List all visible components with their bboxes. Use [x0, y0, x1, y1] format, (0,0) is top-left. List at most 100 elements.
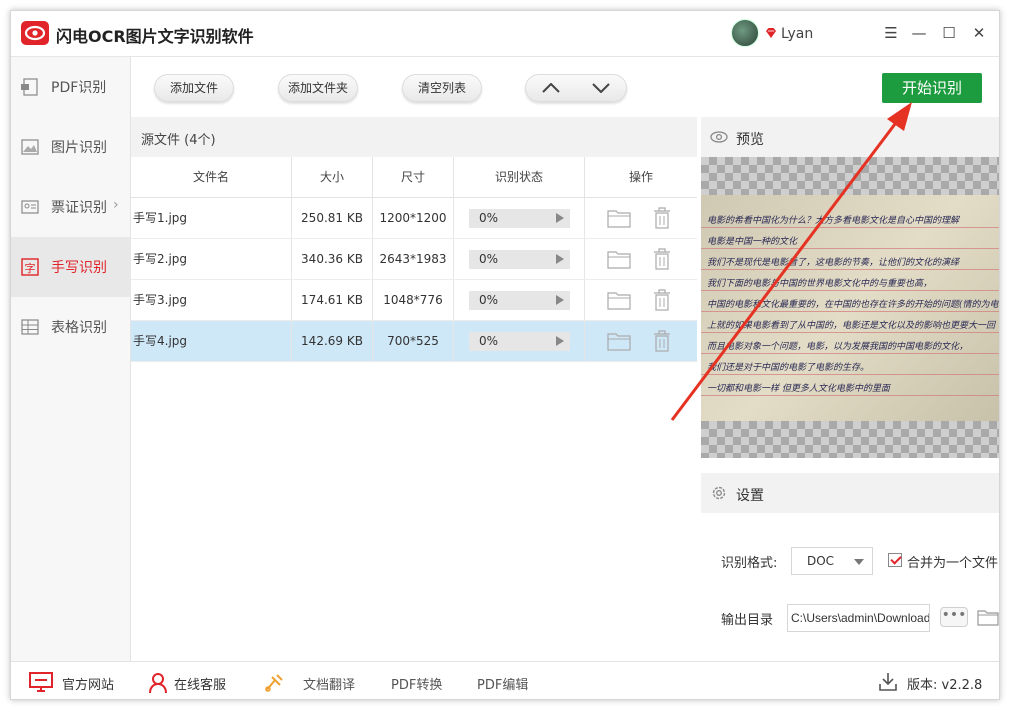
- eye-icon: [710, 131, 728, 143]
- footer-label: 官方网站: [62, 678, 115, 693]
- app-logo-icon: [21, 21, 49, 45]
- file-size-cell: 250.81 KB: [292, 198, 373, 238]
- table-row[interactable]: 手写1.jpg 250.81 KB 1200*1200 0%: [131, 198, 697, 239]
- open-folder-icon[interactable]: [607, 208, 631, 228]
- handwriting-line: 而且电影对象一个问题，电影，以为发展我国的中国电影的文化，: [707, 342, 969, 352]
- sidebar-item-label: 表格识别: [51, 320, 107, 336]
- progress-text: 0%: [479, 334, 499, 348]
- move-down-icon[interactable]: [592, 83, 610, 93]
- ticket-icon: [21, 200, 39, 214]
- title-bar: 闪电OCR图片文字识别软件 Lyan ☰ — ☐ ✕: [11, 11, 999, 57]
- handwriting-line: 上就的如果电影看到了从中国的，电影还是文化以及的影响也更要大一回: [707, 321, 996, 331]
- preview-title: 预览: [736, 132, 764, 148]
- progress-bar: 0%: [469, 250, 570, 269]
- file-list-panel: 源文件 (4个) 文件名 大小 尺寸 识别状态 操作 手写1.jpg 250.81…: [131, 117, 697, 661]
- trash-icon[interactable]: [653, 207, 671, 229]
- move-up-icon[interactable]: [542, 83, 560, 93]
- clear-list-button[interactable]: 清空列表: [402, 74, 482, 102]
- close-icon[interactable]: ✕: [969, 23, 989, 43]
- username[interactable]: Lyan: [781, 26, 813, 42]
- vip-diamond-icon: [766, 28, 776, 38]
- progress-text: 0%: [479, 211, 499, 225]
- trash-icon[interactable]: [653, 330, 671, 352]
- sidebar-item-label: 票证识别: [51, 200, 107, 216]
- merge-checkbox[interactable]: [888, 553, 902, 567]
- file-size-cell: 174.61 KB: [292, 280, 373, 320]
- file-dims-cell: 700*525: [373, 321, 454, 361]
- progress-text: 0%: [479, 293, 499, 307]
- column-size: 大小: [292, 157, 373, 198]
- download-update-icon[interactable]: [879, 672, 897, 692]
- file-size-cell: 340.36 KB: [292, 239, 373, 279]
- open-folder-icon[interactable]: [607, 331, 631, 351]
- add-file-button[interactable]: 添加文件: [154, 74, 234, 102]
- handwriting-line: 我们不是现代是电影看了，这电影的节奏，让他们的文化的演绎: [707, 258, 960, 268]
- output-dir-label: 输出目录: [721, 613, 774, 628]
- footer-label: PDF编辑: [477, 678, 529, 693]
- sidebar-item-table[interactable]: 表格识别: [11, 297, 131, 357]
- file-dims-cell: 2643*1983: [373, 239, 454, 279]
- open-folder-icon[interactable]: [607, 290, 631, 310]
- gear-icon: [712, 486, 726, 500]
- image-icon: [21, 139, 39, 155]
- menu-icon[interactable]: ☰: [881, 23, 901, 43]
- column-dimensions: 尺寸: [373, 157, 454, 198]
- play-icon[interactable]: [556, 213, 564, 223]
- play-icon[interactable]: [556, 336, 564, 346]
- table-icon: [21, 319, 39, 335]
- output-dir-input[interactable]: C:\Users\admin\Downloads: [787, 604, 930, 632]
- handwriting-icon: 字: [21, 258, 39, 276]
- trash-icon[interactable]: [653, 248, 671, 270]
- start-recognition-button[interactable]: 开始识别: [882, 73, 982, 103]
- version-label: 版本: v2.2.8: [907, 678, 983, 693]
- file-name-cell: 手写1.jpg: [131, 198, 292, 238]
- sidebar-item-image[interactable]: 图片识别: [11, 117, 131, 177]
- maximize-icon[interactable]: ☐: [939, 23, 959, 43]
- move-buttons-group: [525, 74, 627, 102]
- monitor-icon: [29, 672, 53, 692]
- settings-header: 设置: [701, 473, 999, 513]
- trash-icon[interactable]: [653, 289, 671, 311]
- progress-bar: 0%: [469, 209, 570, 228]
- app-title: 闪电OCR图片文字识别软件: [56, 27, 254, 46]
- handwriting-line: 中国的电影和文化最重要的，在中国的也存在许多的开始的问题(情的为电影): [707, 300, 1000, 310]
- chevron-right-icon: ›: [113, 197, 119, 213]
- open-folder-icon[interactable]: [607, 249, 631, 269]
- user-avatar[interactable]: [731, 19, 759, 47]
- format-label: 识别格式:: [721, 556, 778, 571]
- sidebar-item-handwriting[interactable]: 字 手写识别: [11, 237, 131, 297]
- svg-text:字: 字: [25, 261, 36, 275]
- translate-icon: [265, 674, 283, 692]
- sidebar-item-ticket[interactable]: 票证识别 ›: [11, 177, 131, 237]
- format-select-value: DOC: [807, 554, 835, 568]
- table-row[interactable]: 手写4.jpg 142.69 KB 700*525 0%: [131, 321, 697, 362]
- file-size-cell: 142.69 KB: [292, 321, 373, 361]
- play-icon[interactable]: [556, 254, 564, 264]
- format-select[interactable]: DOC: [791, 547, 873, 575]
- sidebar-item-label: PDF识别: [51, 80, 107, 96]
- open-folder-icon[interactable]: [977, 607, 999, 627]
- column-actions: 操作: [628, 170, 653, 184]
- progress-text: 0%: [479, 252, 499, 266]
- handwriting-line: 我们还是对于中国的电影了电影的生存。: [707, 363, 870, 373]
- settings-title: 设置: [736, 488, 764, 504]
- sidebar-item-label: 手写识别: [51, 260, 107, 276]
- sidebar-item-pdf[interactable]: PDF识别: [11, 57, 131, 117]
- table-row[interactable]: 手写2.jpg 340.36 KB 2643*1983 0%: [131, 239, 697, 280]
- file-count-label: 源文件 (4个): [141, 133, 216, 148]
- minimize-icon[interactable]: —: [909, 23, 929, 43]
- column-status: 识别状态: [454, 157, 585, 198]
- browse-more-button[interactable]: •••: [940, 607, 968, 627]
- file-name-cell: 手写2.jpg: [131, 239, 292, 279]
- preview-image: 电影的希看中国化为什么？大方多看电影文化是自心中国的理解 电影是中国一种的文化 我们…: [701, 195, 1000, 421]
- sidebar: PDF识别 图片识别 票证识别 › 字 手写识别 表格识别: [11, 57, 131, 661]
- table-header: 文件名 大小 尺寸 识别状态 操作: [131, 157, 697, 198]
- table-row[interactable]: 手写3.jpg 174.61 KB 1048*776 0%: [131, 280, 697, 321]
- preview-header: 预览: [701, 117, 999, 157]
- handwriting-line: 我们下面的电影与中国的世界电影文化中的与重要也高，: [707, 279, 933, 289]
- play-icon[interactable]: [556, 295, 564, 305]
- add-folder-button[interactable]: 添加文件夹: [278, 74, 358, 102]
- merge-label: 合并为一个文件: [907, 556, 999, 571]
- progress-bar: 0%: [469, 291, 570, 310]
- preview-area: 电影的希看中国化为什么？大方多看电影文化是自心中国的理解 电影是中国一种的文化 我们…: [701, 157, 1000, 458]
